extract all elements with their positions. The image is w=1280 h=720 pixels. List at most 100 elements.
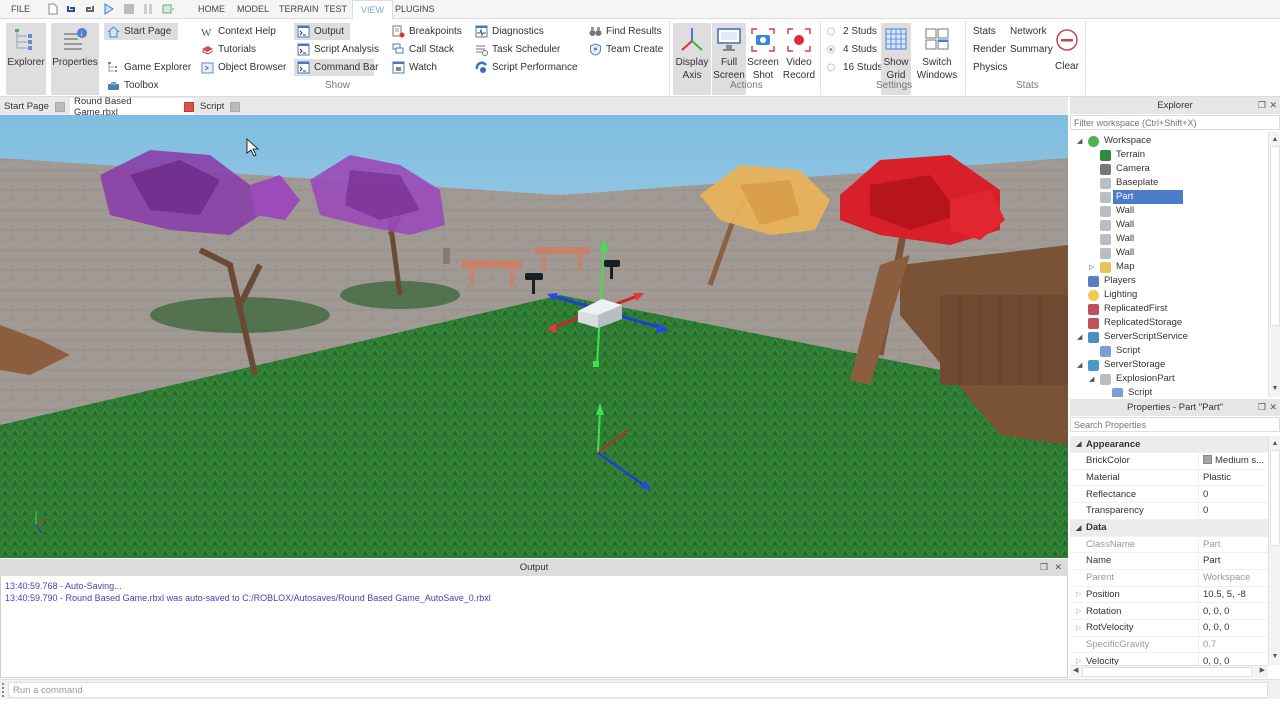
property-value[interactable]: Medium s...: [1203, 455, 1264, 466]
grid-16-studs-radio[interactable]: 16 Studs: [823, 59, 885, 76]
menu-file[interactable]: FILE: [11, 4, 30, 14]
video-record-button[interactable]: Video Record: [781, 23, 817, 95]
new-file-icon[interactable]: [47, 3, 59, 15]
tab-script[interactable]: Script: [196, 98, 248, 115]
render-button[interactable]: Render: [970, 41, 1009, 58]
redo-icon[interactable]: [84, 3, 96, 15]
close-icon[interactable]: [54, 101, 65, 112]
explorer-item[interactable]: Wall: [1100, 218, 1137, 232]
summary-button[interactable]: Summary: [1007, 41, 1056, 58]
explorer-item[interactable]: Wall: [1100, 246, 1137, 260]
play-icon[interactable]: [103, 3, 115, 15]
collapse-arrow-icon[interactable]: ◢: [1076, 524, 1081, 532]
property-row[interactable]: SpecificGravity 0.7: [1070, 636, 1268, 654]
property-value[interactable]: 0, 0, 0: [1203, 622, 1229, 633]
property-value[interactable]: 0: [1203, 505, 1208, 516]
switch-windows-button[interactable]: Switch Windows: [914, 23, 960, 95]
physics-button[interactable]: Physics: [970, 59, 1010, 76]
close-icon[interactable]: ✕: [1054, 559, 1062, 576]
property-row[interactable]: Transparency 0: [1070, 502, 1268, 520]
collapse-arrow-icon[interactable]: ◢: [1089, 375, 1094, 383]
scroll-right-icon[interactable]: ▶: [1260, 666, 1265, 674]
explorer-scrollbar[interactable]: ▲ ▼: [1268, 132, 1280, 397]
explorer-item[interactable]: Script: [1112, 386, 1155, 397]
menu-view[interactable]: VIEW: [352, 0, 394, 20]
object-browser-button[interactable]: Object Browser: [198, 59, 289, 76]
explorer-item[interactable]: Baseplate: [1100, 176, 1161, 190]
explorer-item[interactable]: Camera: [1100, 162, 1153, 176]
find-results-button[interactable]: Find Results: [586, 23, 665, 40]
scroll-left-icon[interactable]: ◀: [1073, 666, 1078, 674]
collapse-arrow-icon[interactable]: ◢: [1077, 137, 1082, 145]
property-row[interactable]: ▷ Rotation 0, 0, 0: [1070, 603, 1268, 620]
explorer-item[interactable]: Lighting: [1088, 288, 1140, 302]
collapse-arrow-icon[interactable]: ◢: [1077, 361, 1082, 369]
explorer-item[interactable]: ◢ ServerScriptService: [1077, 330, 1191, 344]
properties-scrollbar[interactable]: ▲ ▼: [1268, 436, 1280, 665]
explorer-item[interactable]: Wall: [1100, 204, 1137, 218]
explorer-item[interactable]: ReplicatedStorage: [1088, 316, 1185, 330]
explorer-item[interactable]: ReplicatedFirst: [1088, 302, 1170, 316]
team-create-button[interactable]: Team Create: [586, 41, 666, 58]
script-analysis-button[interactable]: Script Analysis: [294, 41, 382, 58]
explorer-item[interactable]: Wall: [1100, 232, 1137, 246]
clear-stats-button[interactable]: Clear: [1053, 23, 1081, 95]
watch-button[interactable]: Watch: [389, 59, 440, 76]
display-axis-button[interactable]: Display Axis: [673, 23, 711, 95]
property-row[interactable]: ▷ Position 10.5, 5, -8: [1070, 586, 1268, 604]
expand-arrow-icon[interactable]: ▷: [1076, 590, 1081, 598]
scroll-thumb[interactable]: [1082, 667, 1252, 677]
dock-pin-icon[interactable]: ❐: [1258, 97, 1266, 114]
game-explorer-button[interactable]: Game Explorer: [104, 59, 194, 76]
grid-2-studs-radio[interactable]: 2 Studs: [823, 23, 880, 40]
explorer-item[interactable]: Part: [1100, 190, 1183, 204]
property-value[interactable]: 10.5, 5, -8: [1203, 589, 1246, 600]
property-value[interactable]: Part: [1203, 555, 1220, 566]
start-page-button[interactable]: Start Page: [104, 23, 178, 40]
3d-viewport[interactable]: [0, 115, 1068, 558]
scroll-thumb[interactable]: [1270, 146, 1280, 326]
command-input[interactable]: [8, 682, 1268, 698]
property-row[interactable]: ClassName Part: [1070, 536, 1268, 554]
tab-start-page[interactable]: Start Page: [0, 98, 70, 115]
expand-arrow-icon[interactable]: ▷: [1076, 607, 1081, 615]
context-help-button[interactable]: W Context Help: [198, 23, 279, 40]
scroll-up-icon[interactable]: ▲: [1270, 439, 1280, 449]
undo-icon[interactable]: [65, 3, 77, 15]
property-row[interactable]: BrickColor Medium s...: [1070, 452, 1268, 470]
properties-horizontal-scrollbar[interactable]: ◀ ▶: [1070, 665, 1268, 678]
explorer-item[interactable]: Script: [1100, 344, 1143, 358]
explorer-item[interactable]: ◢ ExplosionPart: [1089, 372, 1178, 386]
menu-terrain[interactable]: TERRAIN: [279, 4, 319, 14]
stats-button[interactable]: Stats: [970, 23, 999, 40]
scroll-down-icon[interactable]: ▼: [1270, 384, 1280, 394]
toolbox-button[interactable]: Toolbox: [104, 77, 161, 94]
dock-pin-icon[interactable]: ❐: [1040, 559, 1048, 576]
pause-icon[interactable]: [142, 3, 154, 15]
call-stack-button[interactable]: Call Stack: [389, 41, 457, 58]
property-value[interactable]: Plastic: [1203, 472, 1231, 483]
command-bar-button[interactable]: Command Bar: [294, 59, 378, 76]
tab-round-based-game[interactable]: Round Based Game.rbxl: [70, 96, 194, 118]
close-icon[interactable]: [230, 101, 241, 112]
grid-4-studs-radio[interactable]: 4 Studs: [823, 41, 880, 58]
explorer-item[interactable]: ◢ ServerStorage: [1077, 358, 1168, 372]
scroll-down-icon[interactable]: ▼: [1270, 652, 1280, 662]
menu-plugins[interactable]: PLUGINS: [395, 4, 435, 14]
network-button[interactable]: Network: [1007, 23, 1050, 40]
explorer-item[interactable]: ◢ Workspace: [1077, 134, 1154, 148]
collapse-arrow-icon[interactable]: ◢: [1076, 440, 1081, 448]
explorer-button[interactable]: Explorer: [6, 23, 46, 95]
property-row[interactable]: ▷ RotVelocity 0, 0, 0: [1070, 619, 1268, 637]
expand-arrow-icon[interactable]: ▷: [1089, 263, 1094, 271]
collapse-arrow-icon[interactable]: ◢: [1077, 333, 1082, 341]
dock-pin-icon[interactable]: ❐: [1258, 399, 1266, 416]
output-button[interactable]: Output: [294, 23, 350, 40]
customize-icon[interactable]: [162, 3, 174, 15]
grip-handle[interactable]: [2, 683, 4, 697]
property-value[interactable]: 0: [1203, 489, 1208, 500]
property-row[interactable]: Material Plastic: [1070, 469, 1268, 487]
property-category[interactable]: ◢ Data: [1070, 519, 1268, 537]
explorer-filter-input[interactable]: [1070, 115, 1280, 130]
expand-arrow-icon[interactable]: ▷: [1076, 624, 1081, 632]
